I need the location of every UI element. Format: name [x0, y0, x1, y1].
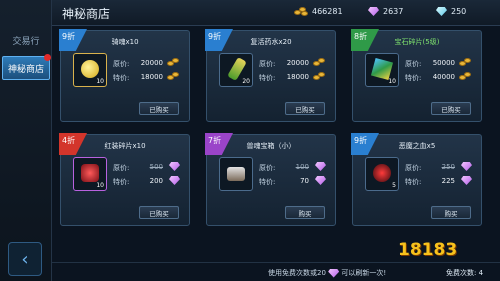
- special-price-label: 特价:: [405, 74, 422, 82]
- shop-item-card: 9折 恶魔之血x5 5 原价: 250 特价: 225 购买: [351, 133, 482, 226]
- special-price: 70: [300, 177, 309, 185]
- item-count: 5: [392, 182, 396, 189]
- gold-coin-icon: [459, 58, 471, 67]
- gold-coin-icon: [294, 7, 308, 16]
- page-title: 神秘商店: [62, 7, 111, 21]
- demon-blood-icon: [373, 164, 391, 182]
- purple-gem-amount: 2637: [383, 7, 404, 16]
- item-count: 10: [96, 78, 104, 85]
- refresh-note: 使用免费次数或20 可以刷新一次!: [268, 268, 386, 278]
- buy-button[interactable]: 购买: [285, 206, 325, 219]
- chevron-left-icon: ‹: [21, 248, 29, 270]
- item-thumbnail[interactable]: [219, 157, 253, 191]
- original-price-label: 原价:: [113, 60, 130, 68]
- tab-trading-house[interactable]: 交易行: [2, 28, 50, 52]
- gold-amount: 466281: [312, 7, 343, 16]
- original-price-label: 原价:: [405, 60, 422, 68]
- original-price: 100: [295, 163, 309, 171]
- free-refresh-count[interactable]: 免费次数: 4: [446, 268, 483, 278]
- item-name: 红装碎片x10: [104, 142, 146, 150]
- special-price: 18000: [286, 73, 309, 81]
- gem-stone-icon: [370, 57, 394, 81]
- purple-gem-balance: 2637: [368, 7, 403, 16]
- shop-item-card: 9折 骑魂x10 10 原价: 20000 特价: 18000 已购买: [59, 29, 190, 122]
- diamond-amount: 250: [451, 7, 467, 16]
- gold-balance: 466281: [294, 7, 343, 16]
- buy-button[interactable]: 购买: [431, 206, 471, 219]
- refresh-note-tail: 可以刷新一次!: [341, 269, 387, 277]
- item-name: 恶魔之血x5: [398, 142, 436, 150]
- back-button[interactable]: ‹: [8, 242, 42, 276]
- treasure-chest-icon: [227, 167, 245, 181]
- tab-label: 交易行: [12, 36, 40, 47]
- shop-item-card: 8折 宝石碎片(5级) 10 原价: 50000 特价: 40000 已购买: [351, 29, 482, 122]
- gold-coin-icon: [459, 72, 471, 81]
- notification-dot: [44, 54, 51, 61]
- purchased-button[interactable]: 已购买: [431, 102, 471, 115]
- special-price-label: 特价:: [113, 178, 130, 186]
- original-price: 20000: [140, 59, 163, 67]
- refresh-note-text: 使用免费次数或20: [268, 269, 326, 277]
- purchased-button[interactable]: 已购买: [139, 206, 179, 219]
- item-thumbnail[interactable]: 20: [219, 53, 253, 87]
- original-price: 250: [441, 163, 455, 171]
- purple-gem-icon: [461, 162, 472, 171]
- purple-gem-icon: [368, 7, 379, 16]
- item-name: 宝石碎片(5级): [394, 38, 440, 46]
- special-price: 225: [441, 177, 455, 185]
- special-price: 18000: [140, 73, 163, 81]
- special-price-label: 特价:: [405, 178, 422, 186]
- purchased-button[interactable]: 已购买: [139, 102, 179, 115]
- gold-coin-icon: [167, 58, 179, 67]
- special-price: 200: [149, 177, 163, 185]
- tab-mystery-shop[interactable]: 神秘商店: [2, 54, 51, 80]
- sidebar: 交易行 神秘商店 ‹: [0, 0, 52, 281]
- top-bar: 神秘商店 466281 2637 250: [52, 0, 500, 26]
- special-price-label: 特价:: [113, 74, 130, 82]
- original-price: 20000: [286, 59, 309, 67]
- shop-item-card: 9折 复活药水x20 20 原价: 20000 特价: 18000 已购买: [205, 29, 336, 122]
- site-watermark-logo: 18183: [398, 240, 458, 260]
- original-price-label: 原价:: [405, 164, 422, 172]
- diamond-balance: 250: [436, 7, 466, 16]
- purple-gem-icon: [169, 176, 180, 185]
- item-thumbnail[interactable]: 10: [73, 157, 107, 191]
- purchased-button[interactable]: 已购买: [285, 102, 325, 115]
- item-thumbnail[interactable]: 10: [365, 53, 399, 87]
- item-count: 10: [388, 78, 396, 85]
- item-name: 兽魂宝箱（小）: [246, 142, 296, 150]
- red-shard-icon: [81, 164, 99, 182]
- diamond-icon: [436, 7, 447, 16]
- gold-coin-icon: [313, 72, 325, 81]
- shop-item-card: 4折 红装碎片x10 10 原价: 500 特价: 200 已购买: [59, 133, 190, 226]
- original-price-label: 原价:: [259, 164, 276, 172]
- bottom-bar: 使用免费次数或20 可以刷新一次! 免费次数: 4: [52, 262, 500, 281]
- special-price: 40000: [432, 73, 455, 81]
- special-price-label: 特价:: [259, 178, 276, 186]
- item-count: 20: [242, 78, 250, 85]
- purple-gem-icon: [169, 162, 180, 171]
- purple-gem-icon: [315, 162, 326, 171]
- special-price-label: 特价:: [259, 74, 276, 82]
- gold-coin-icon: [81, 60, 99, 78]
- original-price: 500: [149, 163, 163, 171]
- item-thumbnail[interactable]: 10: [73, 53, 107, 87]
- original-price: 50000: [432, 59, 455, 67]
- gold-coin-icon: [313, 58, 325, 67]
- item-name: 复活药水x20: [250, 38, 292, 46]
- purple-gem-icon: [461, 176, 472, 185]
- shop-item-card: 7折 兽魂宝箱（小） 原价: 100 特价: 70 购买: [205, 133, 336, 226]
- purple-gem-icon: [315, 176, 326, 185]
- item-count: 10: [96, 182, 104, 189]
- purple-gem-icon: [328, 268, 340, 278]
- item-thumbnail[interactable]: 5: [365, 157, 399, 191]
- tab-label: 神秘商店: [7, 64, 44, 75]
- gold-coin-icon: [167, 72, 179, 81]
- original-price-label: 原价:: [259, 60, 276, 68]
- original-price-label: 原价:: [113, 164, 130, 172]
- item-name: 骑魂x10: [111, 38, 139, 46]
